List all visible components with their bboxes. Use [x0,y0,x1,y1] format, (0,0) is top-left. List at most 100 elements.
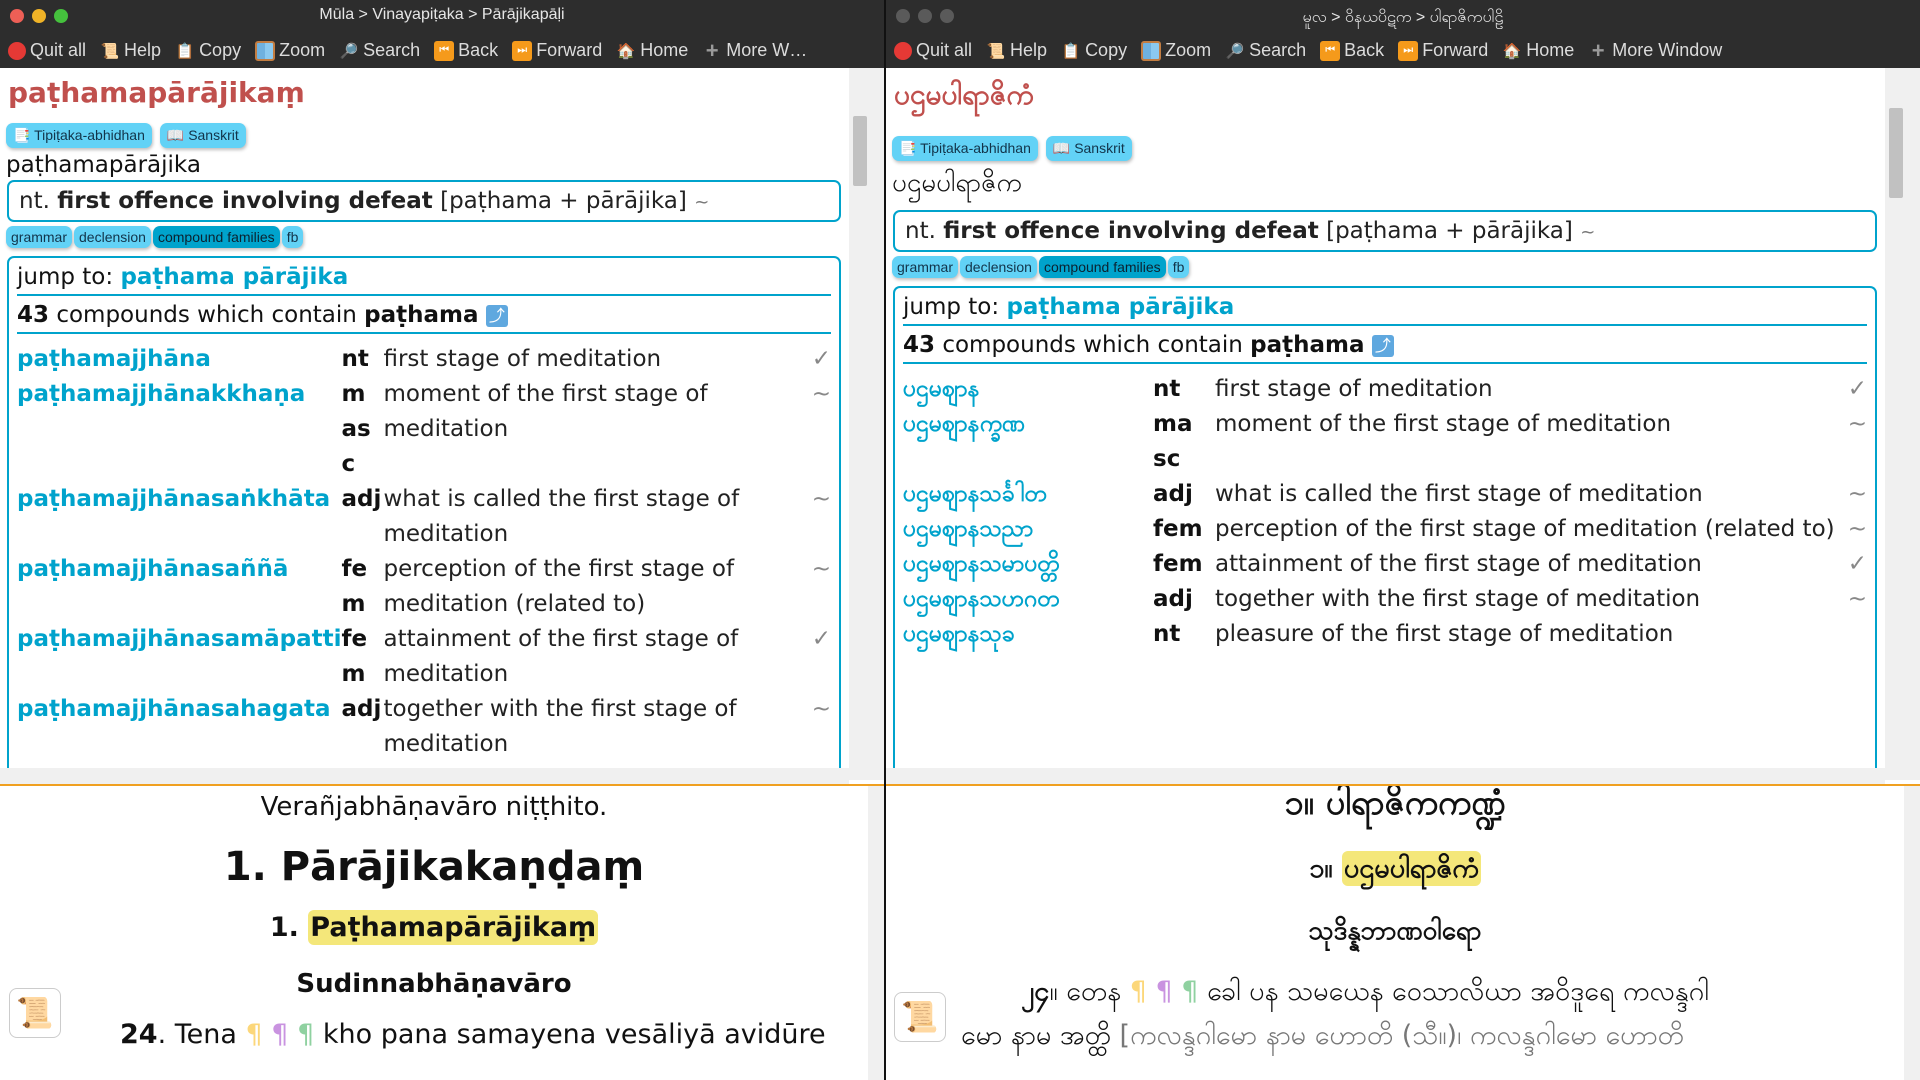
tab-grammar[interactable]: grammar [6,226,73,248]
pilcrow-icon[interactable]: ¶ [297,1019,314,1050]
tab-grammar[interactable]: grammar [892,256,959,278]
pilcrow-icon[interactable]: ¶ [1156,976,1173,1007]
window-icon [255,40,276,61]
compound-mark[interactable]: ✓ [803,622,831,692]
tilde-button[interactable]: ~ [694,192,709,213]
tab-compound-families[interactable]: compound families [152,226,280,248]
tab-declension[interactable]: declension [74,226,151,248]
document-icon: 📑 [899,140,917,156]
home-button[interactable]: 🏠 Home [616,40,688,61]
reader-scrollbar[interactable] [868,786,884,1080]
compound-mark[interactable]: ~ [1837,582,1867,617]
compound-mark[interactable]: ~ [803,692,831,762]
copy-button[interactable]: 📋 Copy [175,40,241,61]
compound-mark[interactable]: ~ [1837,477,1867,512]
compound-word-link[interactable]: paṭhamajjhānasaṅkhāta [17,482,341,552]
compound-meaning: first stage of meditation [1215,376,1493,402]
tab-compound-families[interactable]: compound families [1038,256,1166,278]
horizontal-scrollbar[interactable] [0,768,849,784]
stop-icon [8,41,26,60]
compound-word-link[interactable]: paṭhamajjhānakkhaṇa [17,377,341,482]
compound-word-link[interactable]: paṭhamajjhānasahagata [17,692,341,762]
vertical-scrollbar[interactable] [1885,68,1920,780]
compound-word-link[interactable]: ပဌမဈာန [903,372,1153,407]
compound-mark[interactable]: ~ [803,552,831,622]
home-button[interactable]: 🏠 Home [1502,40,1574,61]
plus-icon: + [705,37,719,63]
compound-mark[interactable]: ✓ [803,342,831,377]
compound-meaning: what is called the first stage of medita… [383,486,740,547]
reader-panel: Verañjabhāṇavāro niṭṭhito. 1. Pārājikaka… [0,786,868,1080]
help-button[interactable]: 📜 Help [986,40,1047,61]
plus-icon: + [1591,37,1605,63]
compounds-table: paṭhamajjhāna nt first stage of meditation… [17,342,831,762]
compound-mark[interactable] [1837,617,1867,652]
compound-row: ပဌမဈာနသုခ nt pleasure of the first stage o… [903,617,1867,652]
search-button[interactable]: 🔎 Search [1225,40,1306,61]
zoom-button[interactable]: Zoom [1141,40,1211,61]
back-button[interactable]: ⏮ Back [434,40,498,61]
title-bar: မူလ > ဝိနယပိဋက > ပါရာဇိကပါဠိ [886,0,1920,33]
left-window: Mūla > Vinayapiṭaka > Pārājikapāḷi Quit … [0,0,884,1080]
tab-fb[interactable]: fb [281,226,304,248]
compound-word-link[interactable]: ပဌမဈာနသညာ [903,512,1153,547]
jump-link[interactable]: paṭhama pārājika [120,264,348,290]
scroll-toggle-icon[interactable]: 📜 [9,988,61,1038]
compound-mark[interactable]: ~ [1837,512,1867,547]
right-window: မူလ > ဝိနယပိဋက > ပါရာဇိကပါဠိ Quit all 📜 H… [886,0,1920,1080]
compound-word-link[interactable]: ပဌမဈာနသင်္ခါတ [903,477,1153,512]
zoom-button[interactable]: Zoom [255,40,325,61]
source-tipitaka-abhidhan-button[interactable]: 📑 Tipiṭaka-abhidhan [892,136,1038,161]
jump-link[interactable]: paṭhama pārājika [1006,294,1234,320]
tilde-button[interactable]: ~ [1580,222,1595,243]
compound-mark[interactable]: ~ [1837,407,1867,477]
back-button[interactable]: ⏮ Back [1320,40,1384,61]
pilcrow-icon[interactable]: ¶ [1130,976,1147,1007]
pilcrow-icon[interactable]: ¶ [271,1019,288,1050]
reader-scrollbar[interactable] [1904,786,1920,1080]
forward-button[interactable]: ⏭ Forward [512,40,602,61]
compound-mark[interactable]: ~ [803,482,831,552]
compound-word-link[interactable]: paṭhamajjhānasaññā [17,552,341,622]
copy-button[interactable]: 📋 Copy [1061,40,1127,61]
compound-word-link[interactable]: ပဌမဈာနက္ခဏ [903,407,1153,477]
highlighted-word: ပဌမပါရာဇိကံ [1341,851,1481,886]
subsection-heading: သုဒိန္နဘာဏဝါရော [1308,916,1482,946]
more-window-button[interactable]: + More Window [1588,37,1722,63]
compound-mark[interactable]: ~ [803,377,831,482]
compound-word-link[interactable]: ပဌမဈာနသမာပတ္တိ [903,547,1153,582]
compound-word-link[interactable]: ပဌမဈာနသုခ [903,617,1153,652]
compound-row: paṭhamajjhāna nt first stage of meditation… [17,342,831,377]
search-button[interactable]: 🔎 Search [339,40,420,61]
quit-all-button[interactable]: Quit all [894,40,972,61]
scroll-toggle-icon[interactable]: 📜 [894,992,946,1042]
more-window-button[interactable]: + More W… [702,37,807,63]
compound-meaning: attainment of the first stage of meditat… [383,626,739,687]
tab-fb[interactable]: fb [1167,256,1190,278]
compound-mark[interactable]: ✓ [1837,372,1867,407]
forward-button[interactable]: ⏭ Forward [1398,40,1488,61]
source-sanskrit-button[interactable]: 📖 Sanskrit [1045,136,1132,161]
window-icon [1141,40,1162,61]
tab-declension[interactable]: declension [960,256,1037,278]
up-arrow-icon[interactable]: ⤴ [485,304,508,327]
up-arrow-icon[interactable]: ⤴ [1371,334,1394,357]
compound-word-link[interactable]: ပဌမဈာနသဟဂတ [903,582,1153,617]
pilcrow-icon[interactable]: ¶ [246,1019,263,1050]
section-heading: 1. Paṭhamapārājikaṃ [269,910,599,945]
source-tipitaka-abhidhan-button[interactable]: 📑 Tipiṭaka-abhidhan [6,123,152,148]
help-button[interactable]: 📜 Help [100,40,161,61]
stop-icon [894,41,912,60]
book-icon: 📖 [166,127,185,143]
compound-word-link[interactable]: paṭhamajjhānasamāpatti [17,622,341,692]
pilcrow-icon[interactable]: ¶ [1181,976,1198,1007]
horizontal-scrollbar[interactable] [886,768,1885,784]
compound-pos: nt [1153,376,1181,402]
source-sanskrit-button[interactable]: 📖 Sanskrit [159,123,246,148]
compound-mark[interactable]: ✓ [1837,547,1867,582]
quit-all-button[interactable]: Quit all [8,40,86,61]
compound-word-link[interactable]: paṭhamajjhāna [17,342,341,377]
compound-row: ပဌမဈာနသဟဂတ adj together with the first sta… [903,582,1867,617]
compound-row: ပဌမဈာနသမာပတ္တိ fem attainment of the first… [903,547,1867,582]
vertical-scrollbar[interactable] [849,68,884,780]
